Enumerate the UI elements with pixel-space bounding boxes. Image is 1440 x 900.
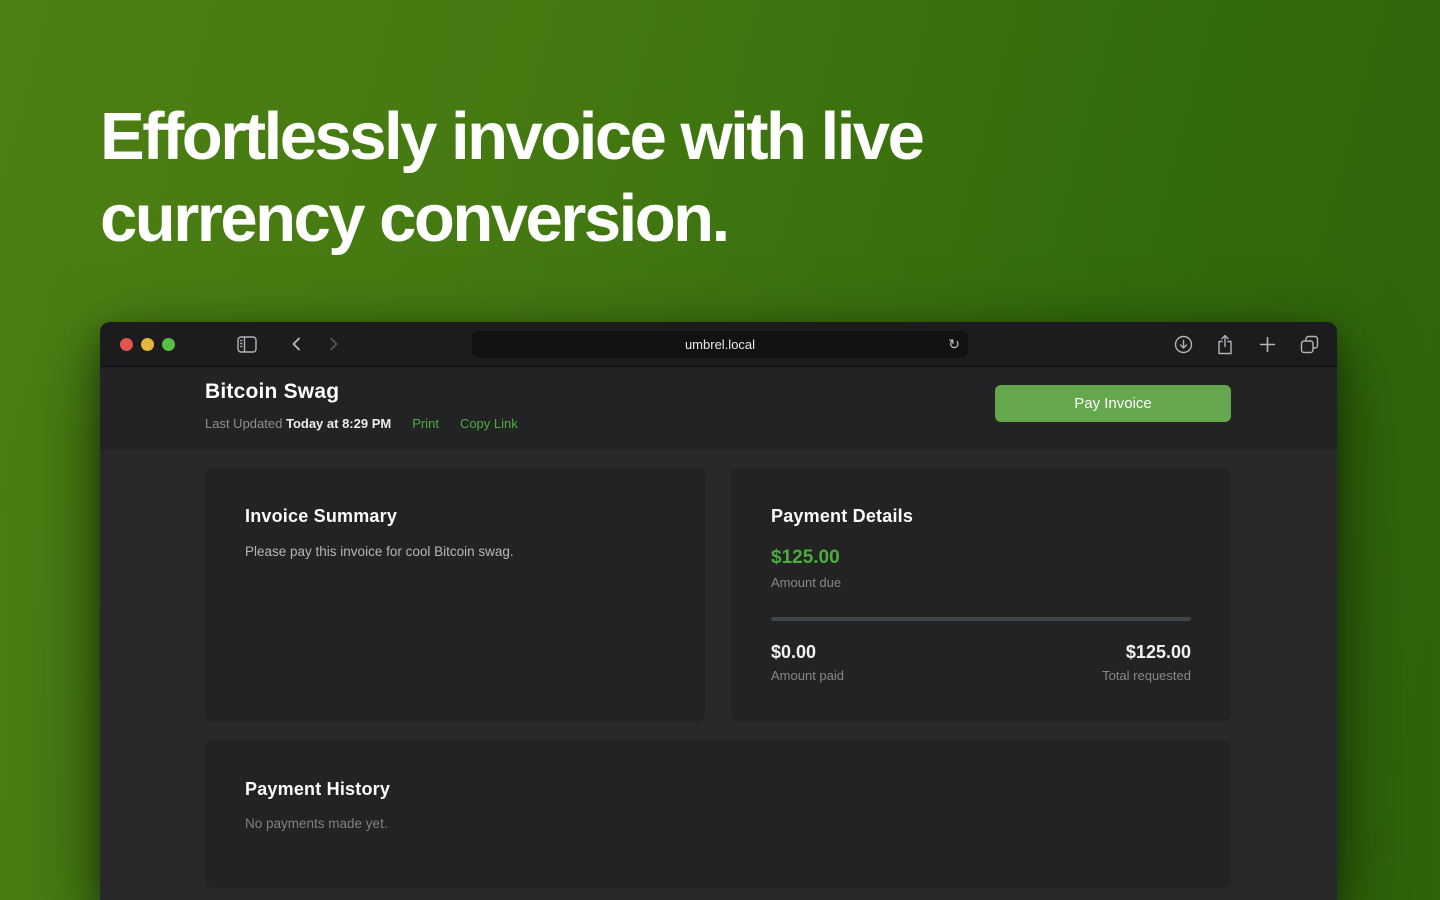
amount-paid-label: Amount paid xyxy=(771,668,844,683)
invoice-meta-row: Last Updated Today at 8:29 PM Print Copy… xyxy=(205,416,518,431)
amount-paid-value: $0.00 xyxy=(771,642,844,663)
total-requested-block: $125.00 Total requested xyxy=(1102,642,1191,683)
tab-overview-icon[interactable] xyxy=(1295,331,1323,359)
browser-window: umbrel.local ↻ xyxy=(100,322,1337,900)
share-icon[interactable] xyxy=(1211,331,1239,359)
last-updated: Last Updated Today at 8:29 PM xyxy=(205,416,391,431)
sidebar-toggle-icon[interactable] xyxy=(233,330,261,358)
hero-headline-line2: currency conversion. xyxy=(100,178,922,260)
downloads-icon[interactable] xyxy=(1169,331,1197,359)
payment-history-card: Payment History No payments made yet. xyxy=(205,741,1231,888)
close-window-button[interactable] xyxy=(120,338,133,351)
payment-progress-bar xyxy=(771,617,1191,621)
back-icon[interactable] xyxy=(283,330,311,358)
hero-headline-line1: Effortlessly invoice with live xyxy=(100,96,922,178)
payment-history-title: Payment History xyxy=(245,779,1191,800)
print-link[interactable]: Print xyxy=(412,416,439,431)
invoice-summary-title: Invoice Summary xyxy=(245,506,665,527)
url-text: umbrel.local xyxy=(685,337,755,352)
zoom-window-button[interactable] xyxy=(162,338,175,351)
payment-history-empty-text: No payments made yet. xyxy=(245,816,1191,831)
invoice-content: Invoice Summary Please pay this invoice … xyxy=(100,450,1337,900)
page-title: Bitcoin Swag xyxy=(205,380,339,404)
invoice-page-header: Bitcoin Swag Last Updated Today at 8:29 … xyxy=(100,367,1337,450)
refresh-icon[interactable]: ↻ xyxy=(948,338,960,352)
total-requested-label: Total requested xyxy=(1102,668,1191,683)
payment-details-card: Payment Details $125.00 Amount due $0.00… xyxy=(731,468,1231,722)
last-updated-label: Last Updated xyxy=(205,416,282,431)
hero-headline: Effortlessly invoice with live currency … xyxy=(100,96,922,260)
invoice-summary-card: Invoice Summary Please pay this invoice … xyxy=(205,468,705,722)
payment-details-title: Payment Details xyxy=(771,506,1191,527)
window-controls xyxy=(120,338,175,351)
toolbar-right-icons xyxy=(1169,322,1323,367)
payment-totals-row: $0.00 Amount paid $125.00 Total requeste… xyxy=(771,642,1191,683)
amount-paid-block: $0.00 Amount paid xyxy=(771,642,844,683)
pay-invoice-button[interactable]: Pay Invoice xyxy=(995,385,1231,422)
amount-due-label: Amount due xyxy=(771,575,1191,590)
copy-link-link[interactable]: Copy Link xyxy=(460,416,518,431)
new-tab-icon[interactable] xyxy=(1253,331,1281,359)
address-bar[interactable]: umbrel.local ↻ xyxy=(472,331,968,358)
browser-toolbar: umbrel.local ↻ xyxy=(100,322,1337,367)
amount-due-value: $125.00 xyxy=(771,547,1191,569)
last-updated-value: Today at 8:29 PM xyxy=(286,416,391,431)
minimize-window-button[interactable] xyxy=(141,338,154,351)
total-requested-value: $125.00 xyxy=(1102,642,1191,663)
forward-icon[interactable] xyxy=(319,330,347,358)
invoice-summary-description: Please pay this invoice for cool Bitcoin… xyxy=(245,544,665,559)
